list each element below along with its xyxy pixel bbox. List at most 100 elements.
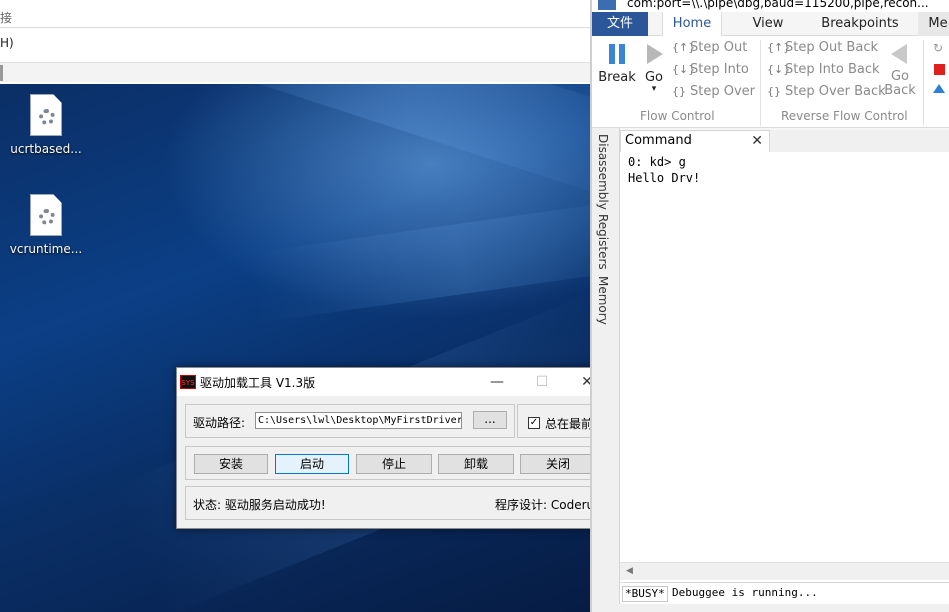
topmost-group: ✓ 总在最前 [517,404,597,438]
restart-icon[interactable]: ↻ [933,42,945,54]
explorer-toolbar-strip [0,62,590,82]
status-group: 状态: 驱动服务启动成功! 程序设计: Coderu [185,486,597,520]
go-dropdown-icon[interactable]: ▾ [640,85,668,94]
step-out-back-icon: {↑} [767,41,791,54]
wallpaper-beam [177,84,590,206]
desktop-icon-label: vcruntime... [9,242,83,256]
topmost-checkbox[interactable]: ✓ [528,417,540,429]
busy-indicator: *BUSY* [622,586,668,602]
browse-button[interactable]: ... [473,411,507,429]
step-over-button[interactable]: {} Step Over [672,84,755,99]
sys-app-icon: SYS [180,375,196,389]
desktop: ucrtbased... vcruntime... [0,84,590,612]
side-tab-strip: Disassembly Registers Memory [592,128,620,612]
tab-home[interactable]: Home [662,12,722,36]
actions-group: 安装 启动 停止 卸载 关闭 [185,446,597,480]
stop-button[interactable]: 停止 [356,454,432,474]
window-bottom-strip [592,604,949,612]
scroll-left-icon[interactable]: ◀ [626,566,633,576]
horizontal-scrollbar[interactable]: ◀ [620,562,949,580]
step-into-icon: {↓} [672,63,696,76]
ribbon-separator [760,40,761,126]
windbg-title: com:port=\\.\pipe\dbg,baud=115200,pipe,r… [627,0,929,10]
step-over-label: Step Over [690,84,755,99]
dll-file-icon [30,94,62,136]
flow-control-group-label: Flow Control [640,109,715,123]
step-into-back-label: Step Into Back [785,62,880,77]
play-back-icon [891,44,907,64]
output-line: 0: kd> g [628,155,686,169]
output-line: Hello Drv! [628,171,701,185]
step-out-label: Step Out [690,40,748,55]
dialog-title: 驱动加载工具 V1.3版 [200,376,316,390]
start-button[interactable]: 启动 [275,454,349,474]
tab-more[interactable]: Me [918,12,949,36]
go-label: Go [644,70,664,85]
desktop-icon-label: ucrtbased... [10,142,82,156]
go-back-button[interactable]: Go Back [884,42,916,98]
tab-memory[interactable]: Memory [596,276,610,325]
tab-registers[interactable]: Registers [596,214,610,270]
topmost-label: 总在最前 [545,417,594,431]
ribbon-separator [923,40,924,126]
ribbon-home: Break Go ▾ {↑}Step Out {↓}Step Into {} St… [592,36,949,128]
minimize-button[interactable]: — [487,372,507,392]
step-over-back-label: Step Over Back [785,84,886,99]
break-label: Break [598,70,636,85]
close-icon[interactable]: ✕ [751,131,763,151]
wallpaper-beam [247,195,590,323]
step-out-back-button[interactable]: {↑}Step Out Back [767,40,878,55]
author-text: 程序设计: Coderu [495,498,595,512]
windbg-titlebar[interactable]: com:port=\\.\pipe\dbg,baud=115200,pipe,r… [592,0,949,12]
address-fragment: 接 [0,11,13,25]
detach-icon[interactable] [933,84,945,93]
go-button[interactable]: Go ▾ [640,42,668,94]
windbg-window: com:port=\\.\pipe\dbg,baud=115200,pipe,r… [590,0,949,612]
step-over-back-button[interactable]: {} Step Over Back [767,84,886,99]
step-into-back-icon: {↓} [767,63,791,76]
step-over-icon: {} [672,85,686,98]
step-into-button[interactable]: {↓}Step Into [672,62,749,77]
command-status-bar: *BUSY* Debuggee is running... [620,582,949,604]
reverse-flow-control-group-label: Reverse Flow Control [781,109,908,123]
break-button[interactable]: Break [598,42,636,85]
tab-command[interactable]: Command ✕ [620,130,770,152]
dll-file-icon [30,194,62,236]
step-out-back-label: Step Out Back [785,40,878,55]
close-button[interactable]: 关闭 [520,454,596,474]
maximize-button[interactable]: ☐ [532,372,552,392]
step-into-back-button[interactable]: {↓}Step Into Back [767,62,880,77]
menu-fragment[interactable]: H) [0,36,14,50]
tab-file[interactable]: 文件 [592,12,648,36]
command-output[interactable]: 0: kd> g Hello Drv! [620,152,949,582]
path-label: 驱动路径: [193,416,246,430]
step-into-label: Step Into [690,62,749,77]
driver-loader-window: SYS 驱动加载工具 V1.3版 — ☐ ✕ 驱动路径: C:\Users\lw… [176,367,597,529]
tab-disassembly[interactable]: Disassembly [596,134,610,210]
pause-icon [609,44,625,64]
desktop-icon-ucrtbased[interactable]: ucrtbased... [6,94,86,156]
dialog-titlebar[interactable]: SYS 驱动加载工具 V1.3版 — ☐ ✕ [177,368,595,396]
play-icon [647,44,663,64]
address-bar[interactable]: 接 [0,4,590,28]
status-message: Debuggee is running... [672,586,818,599]
status-text: 状态: 驱动服务启动成功! [193,498,326,512]
desktop-icon-vcruntime[interactable]: vcruntime... [6,194,86,256]
command-tab-strip: Command ✕ [620,130,949,152]
install-button[interactable]: 安装 [194,454,268,474]
tab-breakpoints[interactable]: Breakpoints [814,12,906,36]
path-group: 驱动路径: C:\Users\lwl\Desktop\MyFirstDriver… [185,404,515,438]
step-over-back-icon: {} [767,85,781,98]
go-back-label-line1: Go [890,69,910,84]
windbg-app-icon [598,0,616,10]
driver-path-field[interactable]: C:\Users\lwl\Desktop\MyFirstDriver [255,412,462,429]
ribbon-tabs: 文件 Home View Breakpoints Me [592,12,949,36]
stop-debugging-icon[interactable] [934,64,945,75]
explorer-window-strip: 接 H) [0,0,590,84]
step-out-icon: {↑} [672,41,696,54]
tab-view[interactable]: View [740,12,796,36]
step-out-button[interactable]: {↑}Step Out [672,40,747,55]
go-back-label-line2: Back [884,83,916,98]
uninstall-button[interactable]: 卸载 [438,454,514,474]
command-tab-label: Command [625,133,692,148]
